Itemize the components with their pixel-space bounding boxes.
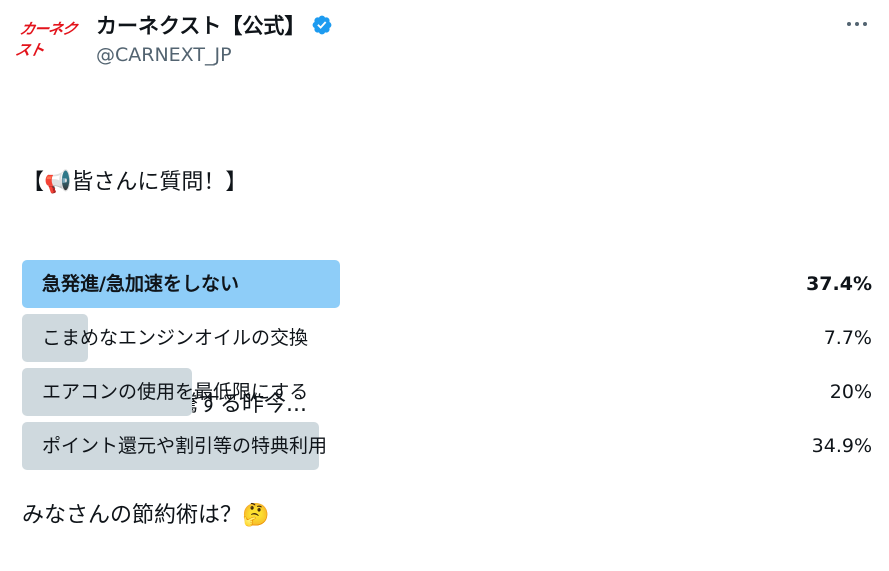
poll-option[interactable]: 急発進/急加速をしない 37.4% [22,260,872,308]
display-name[interactable]: カーネクスト【公式】 [96,10,305,40]
poll-option[interactable]: エアコンの使用を最低限にする 20% [22,368,872,416]
poll-option-label: エアコンの使用を最低限にする [42,381,309,403]
tweet-line: みなさんの節約術は？🤔 [22,503,270,528]
poll-option-percent: 34.9% [811,435,872,457]
poll-option[interactable]: こまめなエンジンオイルの交換 7.7% [22,314,872,362]
poll-option-percent: 20% [829,381,872,403]
more-dot [847,22,851,26]
verified-badge-icon [311,14,333,36]
more-dot [855,22,859,26]
poll-option-label: ポイント還元や割引等の特典利用 [42,435,328,457]
tweet-line: 【📢皆さんに質問！】 [22,170,248,195]
more-dot [863,22,867,26]
tweet-header: カーネクスト カーネクスト【公式】 @CARNEXT_JP [0,0,889,80]
avatar-logo: カーネクスト [13,20,79,59]
poll-option[interactable]: ポイント還元や割引等の特典利用 34.9% [22,422,872,470]
poll-option-label: 急発進/急加速をしない [42,273,239,295]
account-handle[interactable]: @CARNEXT_JP [96,44,232,66]
more-horizontal-icon[interactable] [842,14,872,34]
poll: 急発進/急加速をしない 37.4% こまめなエンジンオイルの交換 7.7% エア… [22,260,872,476]
poll-option-label: こまめなエンジンオイルの交換 [42,327,309,349]
poll-option-percent: 37.4% [806,273,872,295]
poll-option-percent: 7.7% [823,327,872,349]
avatar[interactable]: カーネクスト [14,12,82,66]
name-row: カーネクスト【公式】 [96,10,333,40]
